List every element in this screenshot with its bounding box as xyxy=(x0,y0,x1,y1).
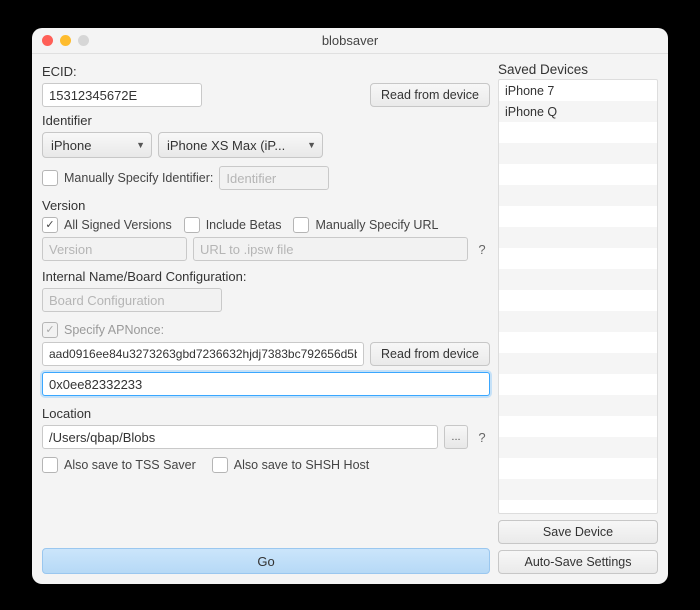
saved-devices-title: Saved Devices xyxy=(498,62,658,77)
list-item[interactable] xyxy=(499,479,657,500)
list-item[interactable] xyxy=(499,164,657,185)
board-label: Internal Name/Board Configuration: xyxy=(42,269,490,284)
main-panel: ECID: Read from device Identifier iPhone… xyxy=(42,62,490,574)
manual-url-checkbox[interactable] xyxy=(293,217,309,233)
auto-save-settings-button[interactable]: Auto-Save Settings xyxy=(498,550,658,574)
list-item[interactable]: iPhone Q xyxy=(499,101,657,122)
ecid-read-button[interactable]: Read from device xyxy=(370,83,490,107)
list-item[interactable] xyxy=(499,206,657,227)
list-item[interactable] xyxy=(499,458,657,479)
shsh-host-checkbox[interactable] xyxy=(212,457,228,473)
help-icon[interactable]: ? xyxy=(474,430,490,445)
list-item[interactable] xyxy=(499,122,657,143)
all-signed-checkbox[interactable]: ✓ xyxy=(42,217,58,233)
list-item[interactable] xyxy=(499,353,657,374)
generator-input[interactable] xyxy=(42,372,490,396)
traffic-lights xyxy=(42,35,89,46)
identifier-label: Identifier xyxy=(42,113,490,128)
app-window: blobsaver ECID: Read from device Identif… xyxy=(32,28,668,584)
version-input xyxy=(42,237,187,261)
list-item[interactable] xyxy=(499,185,657,206)
apnonce-check-label: Specify APNonce: xyxy=(64,323,164,337)
list-item[interactable] xyxy=(499,227,657,248)
ipsw-url-input xyxy=(193,237,468,261)
list-item[interactable] xyxy=(499,143,657,164)
manual-identifier-checkbox[interactable] xyxy=(42,170,58,186)
list-item[interactable]: iPhone 7 xyxy=(499,80,657,101)
list-item[interactable] xyxy=(499,395,657,416)
chevron-down-icon: ▼ xyxy=(307,140,316,150)
location-input[interactable] xyxy=(42,425,438,449)
close-icon[interactable] xyxy=(42,35,53,46)
list-item[interactable] xyxy=(499,437,657,458)
manual-url-label: Manually Specify URL xyxy=(315,218,438,232)
minimize-icon[interactable] xyxy=(60,35,71,46)
list-item[interactable] xyxy=(499,290,657,311)
apnonce-read-button[interactable]: Read from device xyxy=(370,342,490,366)
manual-identifier-input xyxy=(219,166,329,190)
device-model-select[interactable]: iPhone XS Max (iP... ▼ xyxy=(158,132,323,158)
list-item[interactable] xyxy=(499,332,657,353)
device-type-select[interactable]: iPhone ▼ xyxy=(42,132,152,158)
all-signed-label: All Signed Versions xyxy=(64,218,172,232)
apnonce-checkbox: ✓ xyxy=(42,322,58,338)
manual-identifier-label: Manually Specify Identifier: xyxy=(64,171,213,185)
list-item[interactable] xyxy=(499,374,657,395)
apnonce-input[interactable] xyxy=(42,342,364,366)
ecid-label: ECID: xyxy=(42,64,490,79)
save-device-button[interactable]: Save Device xyxy=(498,520,658,544)
saved-devices-list: iPhone 7 iPhone Q xyxy=(498,79,658,514)
device-model-value: iPhone XS Max (iP... xyxy=(167,138,285,153)
zoom-icon[interactable] xyxy=(78,35,89,46)
tss-saver-label: Also save to TSS Saver xyxy=(64,458,196,472)
help-icon[interactable]: ? xyxy=(474,242,490,257)
device-type-value: iPhone xyxy=(51,138,91,153)
version-label: Version xyxy=(42,198,490,213)
list-item[interactable] xyxy=(499,248,657,269)
ecid-input[interactable] xyxy=(42,83,202,107)
location-picker-button[interactable]: ... xyxy=(444,425,468,449)
include-betas-checkbox[interactable] xyxy=(184,217,200,233)
chevron-down-icon: ▼ xyxy=(136,140,145,150)
side-panel: Saved Devices iPhone 7 iPhone Q xyxy=(498,62,658,574)
board-input xyxy=(42,288,222,312)
list-item[interactable] xyxy=(499,269,657,290)
list-item[interactable] xyxy=(499,311,657,332)
titlebar: blobsaver xyxy=(32,28,668,54)
list-item[interactable] xyxy=(499,416,657,437)
location-label: Location xyxy=(42,406,490,421)
shsh-host-label: Also save to SHSH Host xyxy=(234,458,369,472)
go-button[interactable]: Go xyxy=(42,548,490,574)
include-betas-label: Include Betas xyxy=(206,218,282,232)
tss-saver-checkbox[interactable] xyxy=(42,457,58,473)
window-title: blobsaver xyxy=(322,33,378,48)
